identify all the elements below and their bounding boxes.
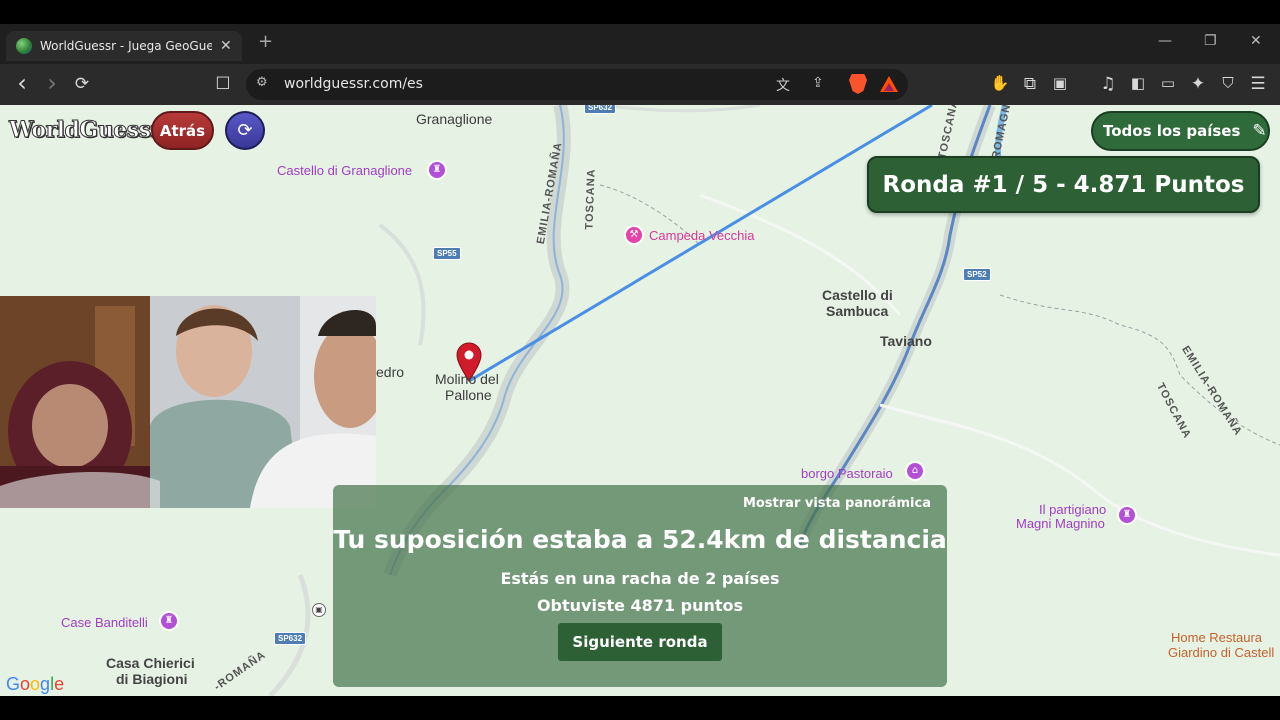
pencil-icon: ✎ (1252, 121, 1267, 141)
reload-icon[interactable]: ⟳ (72, 74, 92, 94)
place-label: Molino del (435, 371, 499, 387)
google-logo: Google (6, 674, 65, 694)
next-round-button[interactable]: Siguiente ronda (558, 623, 722, 661)
road-shield: SP632 (584, 105, 617, 114)
worldguessr-logo[interactable]: WorldGuessr (9, 117, 163, 144)
share-icon[interactable]: ⇪ (812, 75, 824, 91)
brave-shield-icon[interactable] (849, 74, 867, 94)
translate-icon[interactable]: 文 (776, 75, 790, 95)
bottom-black-bar (0, 696, 1280, 720)
bus-stop-icon[interactable]: ▣ (312, 603, 326, 617)
poi-label[interactable]: Campeda Vecchia (649, 228, 755, 243)
back-button[interactable]: Atrás (151, 111, 214, 150)
bookmark-icon[interactable]: ☐ (213, 74, 233, 94)
minimize-icon[interactable]: — (1158, 33, 1172, 49)
screenshot-icon[interactable]: ▣ (1050, 74, 1070, 92)
reload-button[interactable]: ⟳ (225, 111, 265, 150)
streak-text: Estás en una racha de 2 países (500, 569, 780, 588)
back-arrow-icon[interactable]: ‹ (12, 69, 32, 97)
region-border-label: TOSCANA (583, 168, 598, 230)
media-music-icon[interactable]: ♫ (1098, 74, 1118, 94)
castle-poi-icon[interactable]: ♜ (427, 160, 447, 180)
browser-nav-bar: ‹ › ⟳ ☐ ⚙ worldguessr.com/es 文 ⇪ ✋ ⧉ ▣ ♫… (0, 64, 1280, 105)
poi-label[interactable]: Il partigiano (1039, 502, 1106, 517)
tab-close-icon[interactable]: ✕ (220, 38, 232, 54)
poi-label[interactable]: Castello di Granaglione (277, 163, 412, 178)
tab-title: WorldGuessr - Juega GeoGuessr (40, 39, 212, 53)
browser-tab[interactable]: WorldGuessr - Juega GeoGuessr ✕ (6, 31, 242, 61)
museum-poi-icon[interactable]: ⌂ (905, 461, 925, 481)
browser-tab-strip: WorldGuessr - Juega GeoGuessr ✕ (0, 24, 1280, 64)
road-shield: SP55 (433, 247, 461, 260)
result-panel: Mostrar vista panorámica Tu suposición e… (333, 485, 947, 687)
webcam-overlay (0, 296, 376, 508)
globe-favicon-icon (16, 38, 32, 54)
poi-label[interactable]: Case Banditelli (61, 615, 148, 630)
round-status-banner: Ronda #1 / 5 - 4.871 Puntos (867, 156, 1260, 213)
leo-ai-icon[interactable]: ✦ (1188, 74, 1208, 94)
poi-label[interactable]: borgo Pastoraio (801, 466, 893, 481)
menu-icon[interactable]: ☰ (1248, 74, 1268, 94)
forward-arrow-icon[interactable]: › (42, 69, 62, 97)
top-black-bar (0, 0, 1280, 24)
distance-heading: Tu suposición estaba a 52.4km de distanc… (333, 525, 947, 554)
refresh-icon: ⟳ (237, 120, 253, 141)
vpn-shield-icon[interactable]: ⛉ (1218, 74, 1238, 92)
restore-icon[interactable]: ❐ (1204, 33, 1217, 49)
sidebar-icon[interactable]: ◧ (1128, 74, 1148, 92)
place-label: Sambuca (826, 303, 889, 319)
place-label: di Biagioni (116, 671, 188, 687)
poi-label[interactable]: Magni Magnino (1016, 516, 1105, 531)
place-label: Granaglione (416, 111, 493, 127)
road-shield: SP52 (963, 268, 991, 281)
url-text[interactable]: worldguessr.com/es (284, 76, 423, 92)
points-text: Obtuviste 4871 puntos (536, 596, 744, 615)
show-panorama-link[interactable]: Mostrar vista panorámica (743, 496, 931, 511)
extensions-puzzle-icon[interactable]: ⧉ (1020, 74, 1040, 94)
place-label: Castello di (822, 287, 893, 303)
poi-label[interactable]: Home Restaura (1171, 630, 1262, 645)
webcam-video-image (0, 296, 376, 508)
address-bar[interactable]: ⚙ worldguessr.com/es 文 ⇪ (246, 69, 908, 100)
poi-label[interactable]: Giardino di Castell (1168, 645, 1274, 660)
all-countries-label: Todos los países (1103, 122, 1241, 140)
road-shield: SP632 (274, 632, 307, 645)
place-label: Taviano (880, 333, 932, 349)
landmark-poi-icon[interactable]: ♜ (1117, 505, 1137, 525)
castle-poi-icon[interactable]: ♜ (159, 611, 179, 631)
new-tab-button[interactable]: + (258, 31, 273, 52)
all-countries-button[interactable]: Todos los países ✎ (1091, 111, 1270, 151)
place-label: Pallone (445, 387, 492, 403)
site-settings-icon[interactable]: ⚙ (256, 75, 268, 90)
extension-pin-icon[interactable]: ✋ (990, 74, 1010, 92)
wallet-icon[interactable]: ▭ (1158, 74, 1178, 92)
place-label: Casa Chierici (106, 655, 195, 671)
hiking-poi-icon[interactable]: ⚒ (624, 225, 644, 245)
brave-rewards-icon[interactable] (880, 76, 898, 92)
place-label: edro (376, 364, 405, 380)
close-window-icon[interactable]: ✕ (1250, 33, 1262, 49)
